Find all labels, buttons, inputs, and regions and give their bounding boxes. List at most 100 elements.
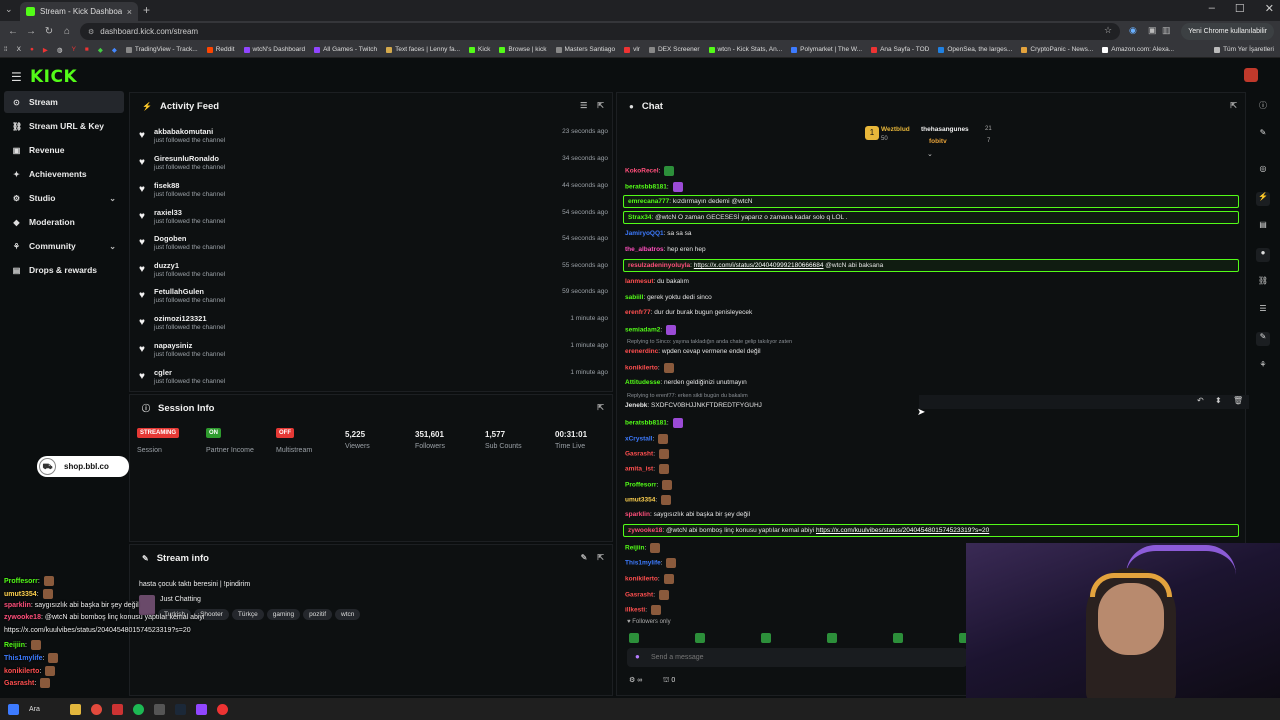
bookmark-y-icon[interactable]: Y <box>72 46 76 53</box>
chat-username[interactable]: umut3354 <box>625 497 655 504</box>
emote-icon[interactable] <box>827 633 837 643</box>
chat-username[interactable]: beratsbb8181 <box>625 184 667 191</box>
tag-pill[interactable]: wtcn <box>335 609 361 620</box>
bookmark-star-icon[interactable]: ☆ <box>1104 25 1112 36</box>
sidebar-item-achievements[interactable]: ✦ Achievements <box>4 163 124 185</box>
chat-message[interactable]: the_albatros: hep eren hep <box>625 246 706 253</box>
chrome-icon[interactable] <box>90 703 102 715</box>
home-icon[interactable]: ⌂ <box>58 26 76 37</box>
emote-icon[interactable] <box>761 633 771 643</box>
spotify-icon[interactable] <box>132 703 144 715</box>
chat-username[interactable]: Gasrasht <box>625 592 653 599</box>
chat-message[interactable]: erenerdinc: wpden cevap vermene endel de… <box>625 348 761 355</box>
close-window-icon[interactable]: ✕ <box>1265 2 1274 15</box>
bookmark-app-icon[interactable]: ■ <box>85 46 89 53</box>
link-icon[interactable]: ⛓ <box>1256 276 1270 290</box>
bookmark-item[interactable]: Browse | kick <box>499 46 547 53</box>
emote-icon[interactable] <box>893 633 903 643</box>
sidebar-item-drops-rewards[interactable]: ▤ Drops & rewards <box>4 259 124 281</box>
pencil-icon[interactable]: ✎ <box>1256 128 1270 142</box>
chevron-down-icon[interactable]: ⌄ <box>927 150 933 158</box>
chat-username[interactable]: Gasrasht <box>625 451 653 458</box>
capture-icon[interactable]: ◎ <box>1256 164 1270 178</box>
chat-username[interactable]: JamiryoQQ1 <box>625 230 664 237</box>
bookmark-green-icon[interactable]: ◆ <box>98 46 103 54</box>
edit-icon[interactable]: ✎ <box>581 553 588 562</box>
emote-icon[interactable] <box>695 633 705 643</box>
filter-icon[interactable]: ☰ <box>580 101 587 110</box>
menu-icon[interactable]: ☰ <box>11 70 22 84</box>
lightning-icon[interactable]: ⚡ <box>1256 192 1270 206</box>
sidebar-item-community[interactable]: ⚘ Community ⌄ <box>4 235 124 257</box>
chevron-down-icon[interactable]: ⌄ <box>109 242 116 251</box>
chat-message[interactable]: illkesti: <box>625 605 661 615</box>
chat-username[interactable]: konikilerto <box>625 365 658 372</box>
bookmark-item[interactable]: TradingView - Track... <box>125 46 198 53</box>
chat-username[interactable]: the_albatros <box>625 246 664 253</box>
chat-username[interactable]: konikilerto <box>625 576 658 583</box>
windows-start-icon[interactable] <box>8 703 19 715</box>
chat-message[interactable]: Jenebk: SXDFCV0BHJJNKFTDREDTFYGUHJ <box>625 402 762 409</box>
sidebar-item-revenue[interactable]: ▣ Revenue <box>4 139 124 161</box>
chat-message[interactable]: resulzadeninyoluyla: https://x.com/i/sta… <box>623 259 1239 272</box>
popout-icon[interactable]: ⇱ <box>1230 101 1237 110</box>
discord-icon[interactable] <box>195 703 207 715</box>
bookmark-item[interactable]: OpenSea, the larges... <box>938 46 1012 53</box>
chat-message[interactable]: beratsbb8181: <box>625 182 683 192</box>
chat-message[interactable]: erenfr77: dur dur burak bugun genisleyec… <box>625 309 752 316</box>
leaderboard-name[interactable]: fobitv <box>929 138 947 145</box>
file-explorer-icon[interactable] <box>69 703 81 715</box>
chat-username[interactable]: illkesti <box>625 607 645 614</box>
sidebar-item-moderation[interactable]: ◆ Moderation <box>4 211 124 233</box>
delete-icon[interactable]: 🗑 <box>1233 396 1243 405</box>
microphone-icon[interactable]: ● <box>635 652 640 661</box>
chat-username[interactable]: Attitudesse <box>625 379 660 386</box>
popout-icon[interactable]: ⇱ <box>597 403 604 412</box>
chat-link[interactable]: https://x.com/kuulvibes/status/204045480… <box>816 527 989 534</box>
popout-icon[interactable]: ⇱ <box>597 101 604 110</box>
tag-pill[interactable]: pozitif <box>303 609 333 620</box>
app-icon[interactable] <box>153 703 165 715</box>
bookmark-item[interactable]: Text faces | Lenny fa... <box>386 46 460 53</box>
wrench-icon[interactable]: ✎ <box>1256 332 1270 346</box>
chat-username[interactable]: This1mylife <box>625 560 661 567</box>
chat-message[interactable]: Proffesorr: <box>625 480 673 490</box>
pin-icon[interactable]: ⬍ <box>1215 396 1222 405</box>
chrome-update-button[interactable]: Yeni Chrome kullanılabilir <box>1181 23 1274 40</box>
chat-username[interactable]: emrecana777 <box>628 198 669 205</box>
chat-username[interactable]: sabiill <box>625 294 643 301</box>
chat-username[interactable]: zywooke18 <box>628 527 662 534</box>
chat-username[interactable]: lanmesut <box>625 278 654 285</box>
obs-icon[interactable] <box>216 703 228 715</box>
app-icon[interactable] <box>111 703 123 715</box>
chat-message[interactable]: beratsbb8181: <box>625 418 683 428</box>
apps-icon[interactable]: ⁞⁞ <box>4 46 8 53</box>
chat-message[interactable]: xCrystall: <box>625 434 669 444</box>
url-input[interactable]: ⚙ dashboard.kick.com/stream <box>80 23 1120 40</box>
chat-message[interactable]: amita_ist: <box>625 464 669 474</box>
bookmark-item[interactable]: Ana Sayfa - TOD <box>871 46 929 53</box>
extensions-puzzle-icon[interactable]: ▣ <box>1148 25 1157 36</box>
bookmark-item[interactable]: wtcn - Kick Stats, An... <box>708 46 782 53</box>
bookmark-item[interactable]: All Games - Twitch <box>314 46 377 53</box>
site-info-icon[interactable]: ⚙ <box>88 28 94 36</box>
bookmark-item[interactable]: Masters Santiago <box>555 46 615 53</box>
chat-message[interactable]: Gasrasht: <box>625 590 669 600</box>
bookmark-item[interactable]: Reddit <box>206 46 235 53</box>
chat-message[interactable]: semiadam2: <box>625 325 677 335</box>
all-bookmarks-button[interactable]: Tüm Yer İşaretleri <box>1214 46 1274 53</box>
leaderboard-name[interactable]: Weztblud <box>881 126 910 133</box>
bookmark-item[interactable]: CryptoPanic - News... <box>1021 46 1093 53</box>
chat-message-input[interactable]: ● Send a message <box>627 648 967 667</box>
maximize-icon[interactable]: ☐ <box>1235 2 1245 15</box>
bookmark-item[interactable]: Kick <box>469 46 490 53</box>
points-counter[interactable]: ⛫ 0 <box>663 676 675 685</box>
chat-message[interactable]: zywooke18: @wtcN abi bomboş linç konusu … <box>623 524 1239 537</box>
chat-message[interactable]: Reijiin: <box>625 543 661 553</box>
list-icon[interactable]: ☰ <box>1256 304 1270 318</box>
bookmark-blue-icon[interactable]: ◆ <box>112 46 117 54</box>
chat-username[interactable]: semiadam2 <box>625 327 660 334</box>
emote-icon[interactable] <box>629 633 639 643</box>
bookmark-item[interactable]: vlr <box>624 46 640 53</box>
sidebar-item-stream[interactable]: ⊙ Stream <box>4 91 124 113</box>
